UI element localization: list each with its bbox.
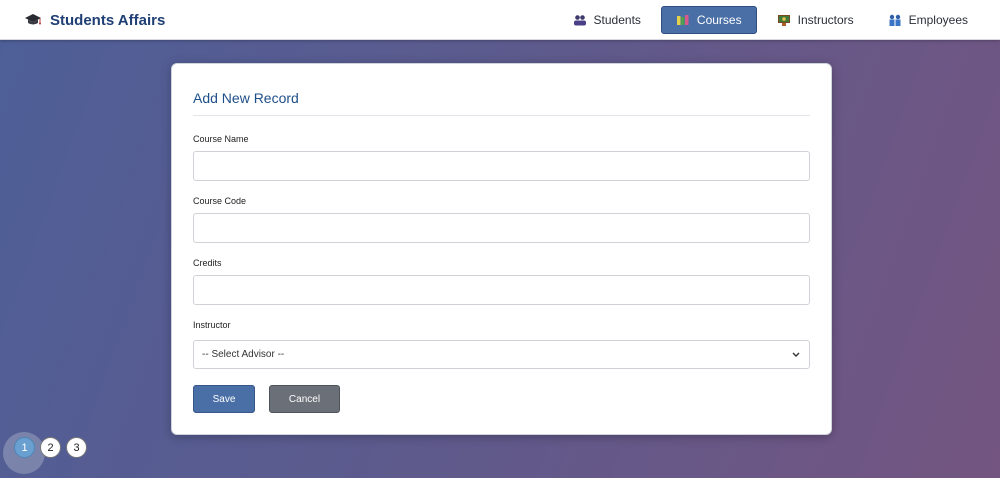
books-icon [676, 15, 689, 25]
nav-item-courses[interactable]: Courses [660, 6, 757, 34]
title-divider [193, 115, 810, 116]
nav-label-students: Students [593, 13, 641, 27]
course-code-label: Course Code [193, 196, 247, 206]
course-name-label: Course Name [193, 134, 249, 144]
add-record-card: Add New Record Course Name Course Code C… [171, 63, 832, 435]
nav-item-students[interactable]: Students [559, 6, 655, 34]
nav-label-instructors: Instructors [797, 13, 854, 27]
course-name-input[interactable] [193, 151, 810, 181]
credits-input[interactable] [193, 275, 810, 305]
pagination: 1 2 3 [14, 437, 87, 458]
employees-icon [889, 14, 901, 26]
app-title: Students Affairs [50, 11, 166, 29]
nav-label-employees: Employees [908, 13, 968, 27]
top-navbar: Students Affairs Students Courses Instru… [0, 0, 1000, 40]
nav-item-employees[interactable]: Employees [874, 6, 982, 34]
page-button-3[interactable]: 3 [66, 437, 87, 458]
nav-label-courses: Courses [696, 13, 742, 27]
page-button-2[interactable]: 2 [40, 437, 61, 458]
nav-item-instructors[interactable]: Instructors [763, 6, 868, 34]
students-icon [573, 15, 586, 26]
instructor-select-value: -- Select Advisor -- [202, 349, 285, 360]
chevron-down-icon [792, 352, 800, 357]
page-button-1[interactable]: 1 [14, 437, 35, 458]
instructor-label: Instructor [193, 320, 231, 330]
course-code-input[interactable] [193, 213, 810, 243]
instructor-select[interactable]: -- Select Advisor -- [193, 340, 810, 369]
instructor-icon [777, 15, 790, 26]
brand[interactable]: Students Affairs [24, 0, 165, 40]
graduation-cap-icon [25, 14, 41, 25]
cancel-button[interactable]: Cancel [269, 385, 340, 413]
save-button[interactable]: Save [193, 385, 255, 413]
credits-label: Credits [193, 258, 222, 268]
form-title: Add New Record [193, 90, 299, 106]
